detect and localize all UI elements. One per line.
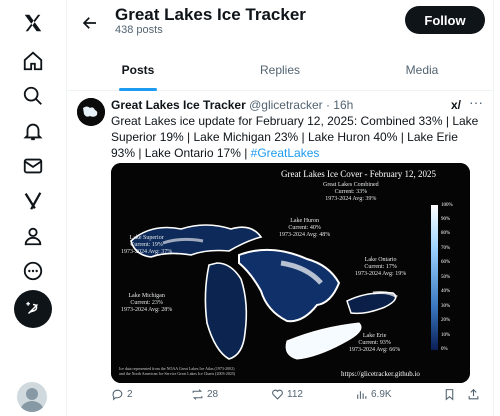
heart-icon bbox=[272, 389, 283, 400]
tweet-header: Great Lakes Ice Tracker @glicetracker · … bbox=[111, 98, 353, 112]
back-arrow-button[interactable] bbox=[75, 8, 105, 38]
views-button[interactable]: 6.9K bbox=[355, 388, 392, 401]
grok-icon[interactable] bbox=[20, 188, 46, 214]
repost-count: 28 bbox=[207, 389, 219, 400]
feather-plus-icon bbox=[26, 301, 39, 315]
map-title: Great Lakes Ice Cover - February 12, 202… bbox=[281, 169, 436, 179]
post-count: 438 posts bbox=[115, 24, 163, 36]
legend-tick: 100% bbox=[441, 203, 453, 208]
back-arrow-icon bbox=[82, 17, 96, 29]
tab-label: Posts bbox=[121, 63, 155, 77]
main-column: Great Lakes Ice Tracker 438 posts Follow… bbox=[66, 0, 494, 416]
messages-envelope-icon[interactable] bbox=[20, 153, 46, 179]
reply-bubble-icon bbox=[112, 389, 123, 401]
tweet-author-avatar[interactable] bbox=[77, 98, 105, 126]
legend-tick: 60% bbox=[441, 260, 451, 265]
share-upload-icon bbox=[468, 388, 479, 400]
bookmark-button[interactable] bbox=[443, 388, 456, 401]
home-icon[interactable] bbox=[20, 48, 46, 74]
legend-tick: 50% bbox=[441, 275, 451, 280]
like-count: 112 bbox=[287, 389, 303, 400]
map-footnote: Ice data represented from the NOAA Great… bbox=[119, 366, 235, 376]
repost-icon bbox=[192, 389, 203, 400]
notifications-bell-icon[interactable] bbox=[20, 118, 46, 144]
tab-posts[interactable]: Posts bbox=[67, 56, 209, 91]
tweet-author-name[interactable]: Great Lakes Ice Tracker bbox=[111, 98, 246, 112]
erie-label: Lake Erie Current: 93% 1973-2024 Avg: 66… bbox=[349, 333, 400, 354]
reply-count: 2 bbox=[127, 389, 133, 400]
label-line: 1973-2024 Avg: 28% bbox=[121, 307, 173, 313]
compose-post-button[interactable] bbox=[14, 290, 52, 328]
legend-tick: 70% bbox=[441, 246, 451, 251]
label-line: Current: 19% bbox=[130, 242, 163, 248]
legend-tick: 10% bbox=[441, 333, 451, 338]
tweet-media-map[interactable]: Great Lakes Ice Cover - February 12, 202… bbox=[111, 163, 470, 383]
michigan-label: Lake Michigan Current: 23% 1973-2024 Avg… bbox=[121, 293, 172, 314]
label-line: Current: 40% bbox=[288, 225, 321, 231]
tweet[interactable]: Great Lakes Ice Tracker @glicetracker · … bbox=[67, 90, 493, 416]
tweet-actions: 2 28 112 6.9K bbox=[111, 388, 483, 406]
label-line: Lake Superior bbox=[129, 235, 164, 241]
tab-label: Replies bbox=[259, 63, 301, 77]
label-line: 1973-2024 Avg: 66% bbox=[349, 347, 401, 353]
label-line: Current: 93% bbox=[358, 340, 391, 346]
tab-replies[interactable]: Replies bbox=[209, 56, 351, 90]
superior-label: Lake Superior Current: 19% 1973-2024 Avg… bbox=[121, 235, 172, 256]
bookmark-icon bbox=[445, 389, 454, 401]
label-line: Lake Erie bbox=[362, 333, 387, 339]
footnote-line: and the North American Ice Service Great… bbox=[119, 371, 236, 376]
search-icon[interactable] bbox=[20, 83, 46, 109]
legend-tick: 80% bbox=[441, 231, 451, 236]
repost-button[interactable]: 28 bbox=[191, 388, 218, 401]
label-line: 1973-2024 Avg: 39% bbox=[325, 196, 377, 202]
share-button[interactable] bbox=[467, 388, 480, 401]
ice-cover-colorbar bbox=[431, 205, 438, 350]
label-line: Lake Huron bbox=[290, 218, 320, 224]
grok-explain-icon[interactable]: x/ bbox=[451, 98, 461, 112]
hashtag-link[interactable]: #GreatLakes bbox=[251, 146, 320, 160]
left-nav bbox=[0, 0, 66, 416]
legend-tick: 20% bbox=[441, 318, 451, 323]
profile-header: Great Lakes Ice Tracker 438 posts Follow bbox=[67, 0, 493, 50]
label-line: Current: 17% bbox=[364, 264, 397, 270]
reply-button[interactable]: 2 bbox=[111, 388, 133, 401]
view-count: 6.9K bbox=[371, 389, 392, 400]
legend-tick: 90% bbox=[441, 217, 451, 222]
label-line: Current: 33% bbox=[334, 189, 368, 195]
huron-label: Lake Huron Current: 40% 1973-2024 Avg: 4… bbox=[279, 218, 330, 239]
tweet-handle-time[interactable]: @glicetracker · 16h bbox=[249, 98, 353, 112]
like-button[interactable]: 112 bbox=[271, 388, 303, 401]
ontario-label: Lake Ontario Current: 17% 1973-2024 Avg:… bbox=[355, 257, 406, 278]
map-source-url: https://glicetracker.github.io bbox=[341, 370, 420, 378]
label-line: 1973-2024 Avg: 37% bbox=[121, 249, 173, 255]
great-lakes-map-graphic bbox=[111, 163, 470, 383]
label-line: Current: 23% bbox=[130, 300, 163, 306]
tweet-text: Great Lakes ice update for February 12, … bbox=[111, 113, 483, 161]
views-bar-chart-icon bbox=[357, 391, 367, 399]
tab-media[interactable]: Media bbox=[351, 56, 493, 90]
more-circle-icon[interactable] bbox=[20, 258, 46, 284]
follow-button[interactable]: Follow bbox=[405, 6, 485, 34]
label-line: 1973-2024 Avg: 19% bbox=[355, 271, 407, 277]
label-line: 1973-2024 Avg: 48% bbox=[279, 232, 331, 238]
legend-tick: 30% bbox=[441, 304, 451, 309]
profile-tabs: Posts Replies Media bbox=[67, 56, 493, 91]
account-avatar[interactable] bbox=[17, 382, 47, 412]
page-title: Great Lakes Ice Tracker bbox=[115, 5, 306, 24]
legend-tick: 0% bbox=[441, 347, 448, 352]
label-line: Lake Ontario bbox=[364, 257, 397, 263]
label-line: Lake Michigan bbox=[128, 293, 165, 299]
tab-label: Media bbox=[405, 63, 439, 77]
legend-tick: 40% bbox=[441, 289, 451, 294]
x-logo-icon[interactable] bbox=[20, 10, 46, 36]
combined-label: Great Lakes Combined Current: 33% 1973-2… bbox=[323, 182, 379, 203]
label-line: Great Lakes Combined bbox=[323, 182, 379, 188]
more-options-icon[interactable]: ··· bbox=[469, 94, 483, 110]
profile-person-icon[interactable] bbox=[20, 223, 46, 249]
